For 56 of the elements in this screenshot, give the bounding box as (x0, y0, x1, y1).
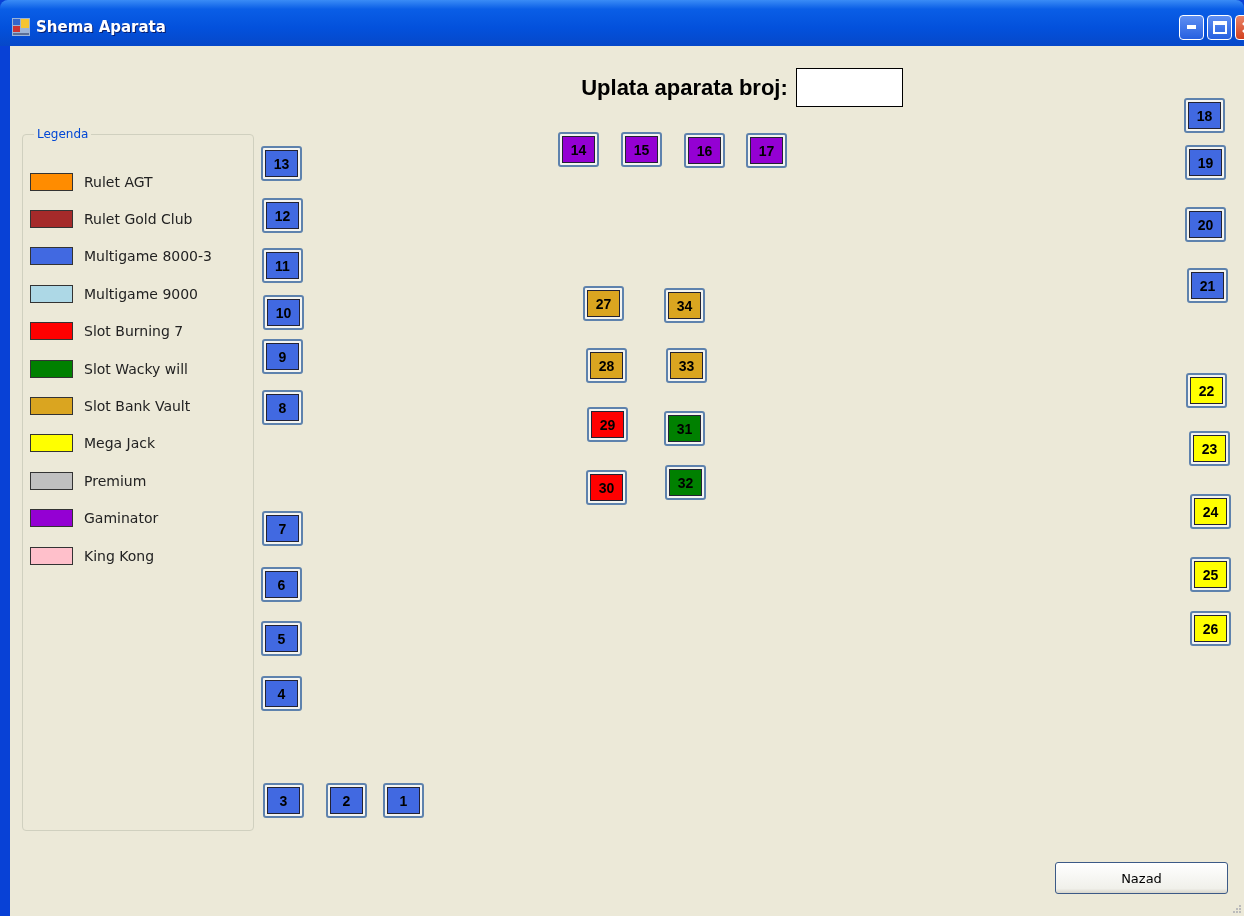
back-button[interactable]: Nazad (1055, 862, 1228, 894)
legend-label: Rulet Gold Club (84, 211, 193, 228)
machine-button[interactable]: 2 (326, 783, 367, 818)
machine-button[interactable]: 20 (1185, 207, 1226, 242)
machine-button[interactable]: 30 (586, 470, 627, 505)
machine-button[interactable]: 9 (262, 339, 303, 374)
machine-button[interactable]: 19 (1185, 145, 1226, 180)
machine-button[interactable]: 15 (621, 132, 662, 167)
machine-button[interactable]: 22 (1186, 373, 1227, 408)
machine-button[interactable]: 11 (262, 248, 303, 283)
legend-label: Slot Bank Vault (84, 398, 191, 415)
legend-label: Rulet AGT (84, 173, 153, 190)
machine-button[interactable]: 4 (261, 676, 302, 711)
maximize-button[interactable] (1207, 14, 1232, 40)
minimize-icon (1187, 25, 1196, 29)
machine-button[interactable]: 14 (558, 132, 599, 167)
resize-grip-icon (1232, 904, 1242, 914)
machine-button[interactable]: 7 (262, 511, 303, 546)
machine-button[interactable]: 13 (261, 146, 302, 181)
legend-label: Multigame 8000-3 (84, 248, 212, 265)
machine-button[interactable]: 24 (1190, 494, 1231, 529)
machine-button[interactable]: 3 (263, 783, 304, 818)
legend-label: Slot Wacky will (84, 360, 188, 377)
machine-button[interactable]: 21 (1187, 268, 1228, 303)
legend-label: King Kong (84, 547, 155, 564)
machine-button[interactable]: 5 (261, 621, 302, 656)
machine-button[interactable]: 29 (587, 407, 628, 442)
machine-button[interactable]: 32 (665, 465, 706, 500)
machine-button[interactable]: 1 (383, 783, 424, 818)
machine-button[interactable]: 25 (1190, 557, 1231, 592)
legend-label: Premium (84, 472, 147, 489)
minimize-button[interactable] (1179, 14, 1204, 40)
machine-button[interactable]: 18 (1184, 98, 1225, 133)
machine-button[interactable]: 31 (664, 411, 705, 446)
machine-number-field[interactable] (795, 68, 903, 107)
legend-label: Gaminator (84, 510, 159, 527)
legend-label: Multigame 9000 (84, 285, 199, 302)
machine-button[interactable]: 23 (1189, 431, 1230, 466)
window-title: Shema Aparata (36, 18, 167, 36)
machine-button[interactable]: 8 (262, 390, 303, 425)
maximize-icon (1212, 20, 1227, 34)
machine-button[interactable]: 6 (261, 567, 302, 602)
machine-number-label: Uplata aparata broj: (581, 74, 788, 101)
machine-button[interactable]: 12 (262, 198, 303, 233)
machine-button[interactable]: 26 (1190, 611, 1231, 646)
legend-title: Legenda (36, 127, 90, 141)
machine-button[interactable]: 27 (583, 286, 624, 321)
machine-button[interactable]: 10 (263, 295, 304, 330)
machine-button[interactable]: 17 (746, 133, 787, 168)
legend-label: Mega Jack (84, 435, 156, 452)
machine-button[interactable]: 33 (666, 348, 707, 383)
machine-button[interactable]: 28 (586, 348, 627, 383)
legend-label: Slot Burning 7 (84, 323, 184, 340)
machine-button[interactable]: 16 (684, 133, 725, 168)
machine-button[interactable]: 34 (664, 288, 705, 323)
app-icon (12, 18, 30, 36)
